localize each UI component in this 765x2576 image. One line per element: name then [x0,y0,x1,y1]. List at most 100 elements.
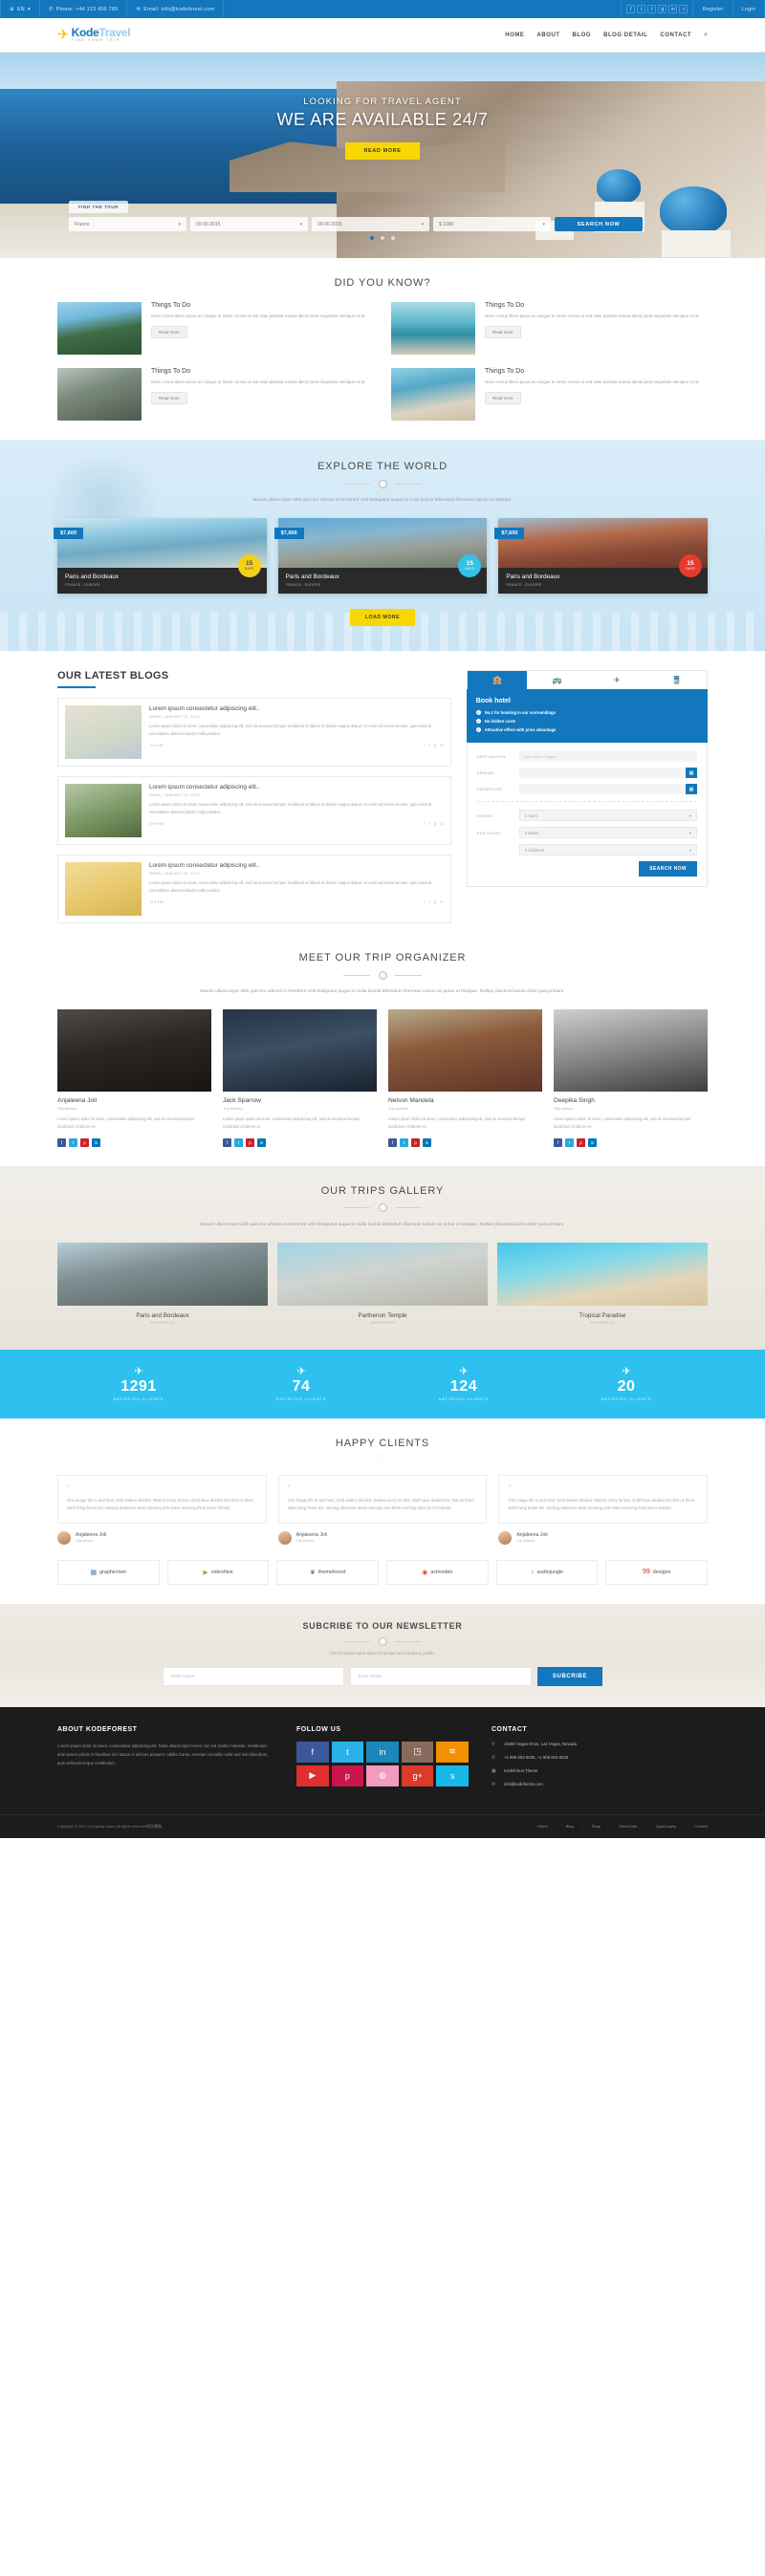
twitter-icon[interactable]: t [400,1137,408,1147]
destination-input[interactable]: Town, place / region [518,751,697,763]
youtube-icon[interactable]: ▶ [296,1764,329,1786]
blog-list-item[interactable]: Lorem ipsum consectetur adipiscing elit.… [57,855,451,924]
from-date-select[interactable]: 00-00-2015 ▾ [190,217,308,231]
twitter-icon[interactable]: t [69,1137,77,1147]
tab-hotel[interactable]: 🏨 [467,671,528,690]
twitter-icon[interactable]: t [234,1137,243,1147]
pinterest-icon[interactable]: p [246,1137,254,1147]
nav-item-blog-detail[interactable]: BLOG DETAIL [603,32,647,38]
linkedin-icon[interactable]: in [257,1137,266,1147]
newsletter-email-input[interactable]: Enter Email [349,1666,532,1686]
read-more-button[interactable]: Read more [151,326,187,339]
google-plus-icon[interactable]: g+ [401,1764,434,1786]
read-more-button[interactable]: Read more [485,326,521,339]
find-the-tour-tab[interactable]: FIND THE TOUR [69,201,128,213]
tour-search-button[interactable]: SEARCH NOW [555,217,643,231]
facebook-icon[interactable]: f [424,899,425,904]
nav-item-contact[interactable]: CONTACT [660,32,691,38]
brand-videohive[interactable]: ▶ videohive [166,1559,270,1585]
language-selector[interactable]: ⊕ EN ▾ [0,0,39,18]
load-more-button[interactable]: LOAD MORE [349,609,416,627]
google-plus-icon[interactable]: g [434,899,436,904]
register-link[interactable]: Register [692,0,732,18]
tab-flight[interactable]: ✈ [587,671,647,689]
nav-item-blog[interactable]: BLOG [573,32,592,38]
budget-select[interactable]: $ 1000 ▾ [433,217,551,231]
email-info[interactable]: ✉ Email: info@kodeforest.com [126,0,225,18]
pinterest-icon[interactable]: p [577,1137,585,1147]
tab-train[interactable]: 🚆 [646,671,707,689]
linkedin-icon[interactable]: in [440,821,443,826]
gallery-item[interactable]: Paris and Bordeaux 215 PHOTOS [57,1242,268,1325]
facebook-icon[interactable]: f [424,743,425,747]
newsletter-name-input[interactable]: Enter Name [162,1666,344,1686]
brand-audiojungle[interactable]: ♪ audiojungle [495,1559,599,1585]
brand-activeden[interactable]: ◉ activeden [386,1559,489,1585]
to-date-select[interactable]: 00-00-2015 ▾ [312,217,429,231]
login-link[interactable]: Login [732,0,765,18]
pinterest-icon[interactable]: p [80,1137,89,1147]
facebook-icon[interactable]: f [626,5,636,13]
arrival-input[interactable] [518,768,686,779]
hero-dot-1[interactable] [369,236,374,240]
twitter-icon[interactable]: t [429,821,430,826]
hero-dot-3[interactable] [391,236,396,240]
footer-nav-home[interactable]: Home [537,1824,548,1829]
linkedin-icon[interactable]: in [588,1137,597,1147]
calendar-icon[interactable]: ▦ [686,784,697,795]
read-more-button[interactable]: Read more [485,392,521,405]
search-icon[interactable]: ⌕ [704,32,708,39]
footer-nav-blog[interactable]: Blog [566,1824,574,1829]
footer-nav-shop[interactable]: Shop [592,1824,601,1829]
more-social-icon[interactable]: » [679,5,688,13]
skype-icon[interactable]: s [436,1764,469,1786]
destination-select[interactable]: France ▾ [69,217,186,231]
hero-dot-2[interactable] [381,236,384,240]
pinterest-icon[interactable]: p [331,1764,364,1786]
instagram-icon[interactable]: ◳ [401,1741,434,1763]
tumblr-icon[interactable]: t [647,5,657,13]
hero-read-more-button[interactable]: READ MORE [345,142,420,160]
nav-item-home[interactable]: HOME [505,32,524,38]
google-plus-icon[interactable]: g [434,743,436,747]
twitter-icon[interactable]: t [429,743,430,747]
linkedin-icon[interactable]: in [440,743,443,747]
twitter-icon[interactable]: t [637,5,646,13]
gallery-item[interactable]: Parthenon Temple 150 PHOTOS [277,1242,488,1325]
twitter-icon[interactable]: t [331,1741,364,1763]
dribbble-icon[interactable]: ◍ [366,1764,399,1786]
facebook-icon[interactable]: f [424,821,425,826]
facebook-icon[interactable]: f [388,1137,397,1147]
nav-item-about[interactable]: ABOUT [536,32,559,38]
linkedin-icon[interactable]: in [668,5,678,13]
read-more-button[interactable]: Read more [151,392,187,405]
brand-99designs[interactable]: 99 designs [605,1559,709,1585]
rooms-select[interactable]: 1 room ▾ [518,810,697,822]
linkedin-icon[interactable]: in [440,899,443,904]
google-plus-icon[interactable]: g [434,821,436,826]
tour-card[interactable]: $7,600 Paris and Bordeaux FRANCE - EUROP… [54,518,267,595]
brand-graphicriver[interactable]: ▦ graphicriver [57,1559,160,1585]
linkedin-icon[interactable]: in [92,1137,100,1147]
booking-search-button[interactable]: SEARCH NOW [639,861,697,877]
site-logo[interactable]: ✈ KodeTravel FIND YOUR TRIP [57,27,131,43]
facebook-icon[interactable]: f [296,1741,329,1763]
blog-list-item[interactable]: Lorem ipsum consectetur adipiscing elit.… [57,776,451,846]
calendar-icon[interactable]: ▦ [686,768,697,779]
brand-themeforest[interactable]: ❦ themeforest [276,1559,380,1585]
footer-nav-typography[interactable]: TypoGraphy [655,1824,676,1829]
tour-card[interactable]: $7,600 Paris and Bordeaux FRANCE - EUROP… [273,518,488,595]
adults-select[interactable]: 3 adults ▾ [518,827,697,839]
gallery-item[interactable]: Tropical Paradise 110 PHOTOS [497,1242,708,1325]
footer-nav-shortcode[interactable]: ShortCode [619,1824,637,1829]
facebook-icon[interactable]: f [223,1137,231,1147]
footer-nav-contact[interactable]: Contact [694,1824,708,1829]
tour-card[interactable]: $7,600 Paris and Bordeaux FRANCE - EUROP… [494,518,709,595]
linkedin-icon[interactable]: in [423,1137,431,1147]
blog-list-item[interactable]: Lorem ipsum consectetur adipiscing elit.… [57,698,451,768]
rss-icon[interactable]: ≋ [436,1741,469,1763]
facebook-icon[interactable]: f [57,1137,66,1147]
linkedin-icon[interactable]: in [366,1741,399,1763]
footer-email[interactable]: ✉ info@kodeforest.com [492,1782,708,1787]
pinterest-icon[interactable]: p [411,1137,420,1147]
